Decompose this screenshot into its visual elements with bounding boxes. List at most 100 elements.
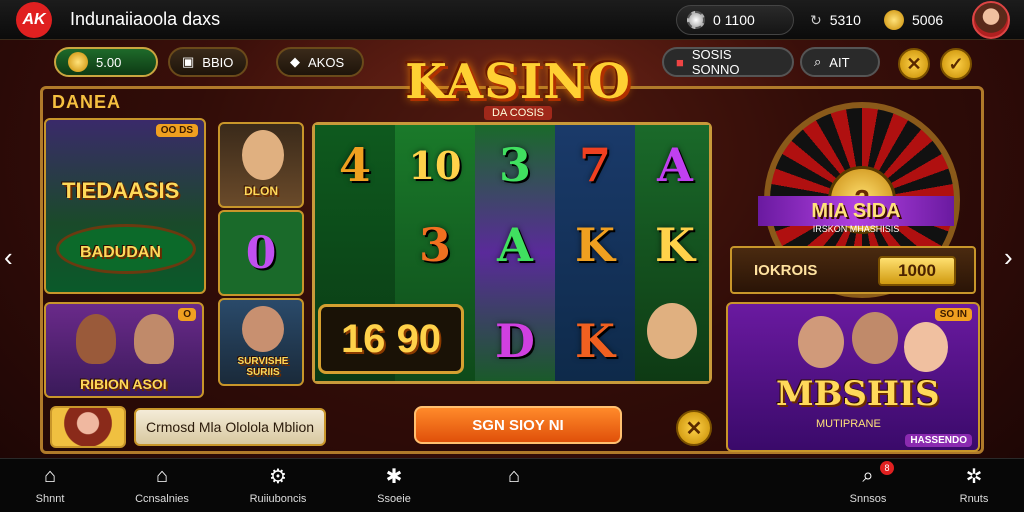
toolbar-item-3[interactable]: ◆ AKOS (276, 47, 364, 77)
slot-symbol: 0 (245, 227, 277, 279)
refresh-icon: ↻ (810, 11, 822, 28)
gem-icon (884, 10, 904, 30)
card-title: DLON (244, 184, 278, 198)
coins-value: 5.00 (96, 54, 122, 70)
card-badge: O (178, 308, 196, 321)
game-card-poker[interactable]: OO DS TIEDAASIS BADUDAN (44, 118, 206, 294)
shield-icon: ◆ (290, 54, 300, 69)
slot-symbol: K (575, 314, 615, 368)
nav-item-center[interactable]: ⌂ (464, 463, 564, 511)
bottom-navigation: ⌂ Shnnt ⌂ Ccnsalnies ⚙ Ruiiuboncis ✱ Sso… (0, 458, 1024, 512)
promo-thumbnail[interactable] (50, 406, 126, 448)
toolbar-item-2[interactable]: ▣ BBIO (168, 47, 248, 77)
chevron-left-icon[interactable]: ‹ (4, 242, 13, 273)
close-button[interactable]: ✕ (898, 48, 930, 80)
nav-item-home[interactable]: ⌂ Shnnt (0, 463, 100, 511)
nav-item-more[interactable]: ✲ Rnuts (924, 463, 1024, 511)
slot-symbol: 10 (408, 142, 462, 188)
character-card-1[interactable]: DLON (218, 122, 304, 208)
symbol-cell-0: 0 (218, 210, 304, 296)
nav-label: Ruiiuboncis (249, 493, 307, 505)
avatar (852, 312, 898, 364)
section-title: DANEA (52, 92, 122, 112)
nav-label: Ccnsalnies (135, 493, 189, 505)
kasino-title: KASINO (405, 54, 631, 110)
card-subtitle: MUTIPRANE (816, 418, 881, 430)
coins-pill[interactable]: 5.00 (54, 47, 158, 77)
card-title: SURVISHE SURIIS (237, 356, 289, 378)
settings-icon: ⚙ (269, 465, 287, 488)
coin-icon (68, 52, 88, 72)
slot-symbol: K (575, 218, 615, 272)
chip-icon (687, 11, 705, 29)
nav-label: Shnnt (35, 493, 65, 505)
balance-pill-1[interactable]: 0 1100 (676, 5, 794, 35)
reel-3: 3 A D (475, 125, 555, 381)
jackpot-value-1: 16 (340, 316, 386, 361)
roulette-title: MIA SIDA (758, 196, 954, 226)
character-card-2[interactable]: SURVISHE SURIIS (218, 298, 304, 386)
search-icon: ⌕ (814, 54, 822, 69)
balance-1-value: 0 1100 (713, 12, 755, 28)
home-icon: ⌂ (43, 464, 57, 487)
sign-up-button[interactable]: SGN SIOY NI (414, 406, 622, 444)
gear-icon: ✲ (965, 465, 983, 488)
toolbar-item-5-label: AIT (829, 54, 850, 70)
search-icon: ⌕ (862, 464, 874, 487)
tokens-row: IOKROIS 1000 (730, 246, 976, 294)
avatar (242, 130, 284, 180)
star-icon: ✱ (385, 465, 403, 488)
wallet-icon: ▣ (182, 54, 195, 69)
nav-item-settings[interactable]: ⚙ Ruiiuboncis (228, 463, 328, 511)
nav-label: Snnsos (849, 493, 887, 505)
toolbar-item-4-label: SOSIS SONNO (691, 47, 740, 77)
balance-2-value: 5310 (829, 12, 861, 28)
avatar (242, 306, 284, 352)
confirm-button[interactable]: ✓ (940, 48, 972, 80)
nav-item-search[interactable]: ⌕ 8 Snnsos (818, 461, 918, 511)
app-logo[interactable]: AK (16, 2, 52, 38)
user-avatar[interactable] (972, 1, 1010, 39)
avatar (904, 322, 948, 372)
avatar (134, 314, 174, 364)
card-subtitle: BADUDAN (80, 244, 161, 261)
toolbar-item-2-label: BBIO (202, 54, 234, 70)
balance-pill-2[interactable]: ↻ 5310 (800, 5, 864, 35)
reel-4: 7 K K (555, 125, 635, 381)
home-outline-icon: ⌂ (507, 464, 521, 487)
toolbar-item-4[interactable]: ■ SOSIS SONNO (662, 47, 794, 77)
avatar (76, 314, 116, 364)
game-card-live[interactable]: O RIBION ASOI (44, 302, 204, 398)
nav-item-favorites[interactable]: ✱ Ssoeie (344, 463, 444, 511)
promo-card[interactable]: SO IN MBSHIS MUTIPRANE HASSENDO (726, 302, 980, 452)
slot-symbol: A (657, 138, 693, 192)
tokens-value[interactable]: 1000 (878, 256, 956, 286)
notification-badge: 8 (880, 461, 894, 475)
nav-item-store[interactable]: ⌂ Ccnsalnies (112, 463, 212, 511)
toolbar-item-3-label: AKOS (308, 54, 345, 70)
slot-symbol: 4 (338, 138, 371, 192)
chevron-right-icon[interactable]: › (1004, 242, 1013, 273)
slot-symbol: 3 (498, 138, 531, 192)
card-badge: OO DS (155, 124, 198, 137)
tokens-label: IOKROIS (754, 262, 818, 279)
slot-symbol: D (495, 314, 535, 368)
card-title: MBSHIS (776, 374, 940, 414)
toolbar-item-5[interactable]: ⌕ AIT (800, 47, 880, 77)
balance-3-value: 5006 (912, 12, 944, 28)
avatar (647, 303, 697, 359)
slot-symbol: 7 (578, 138, 611, 192)
slot-symbol: K (655, 218, 695, 272)
balance-pill-3[interactable]: 5006 (874, 5, 958, 35)
card-title: TIEDAASIS (62, 178, 180, 203)
avatar (798, 316, 844, 368)
nav-label: Ssoeie (377, 493, 411, 505)
kasino-subtitle: DA COSIS (484, 106, 552, 120)
store-icon: ⌂ (155, 464, 169, 487)
dismiss-button[interactable]: ✕ (676, 410, 712, 446)
promo-message: Crmosd Mla Ololola Mblion (134, 408, 326, 446)
card-tag: HASSENDO (905, 434, 972, 447)
card-title: RIBION ASOI (80, 376, 167, 392)
jackpot-value-2: 90 (396, 316, 442, 361)
app-title: Indunaiiaoola daxs (70, 9, 221, 29)
